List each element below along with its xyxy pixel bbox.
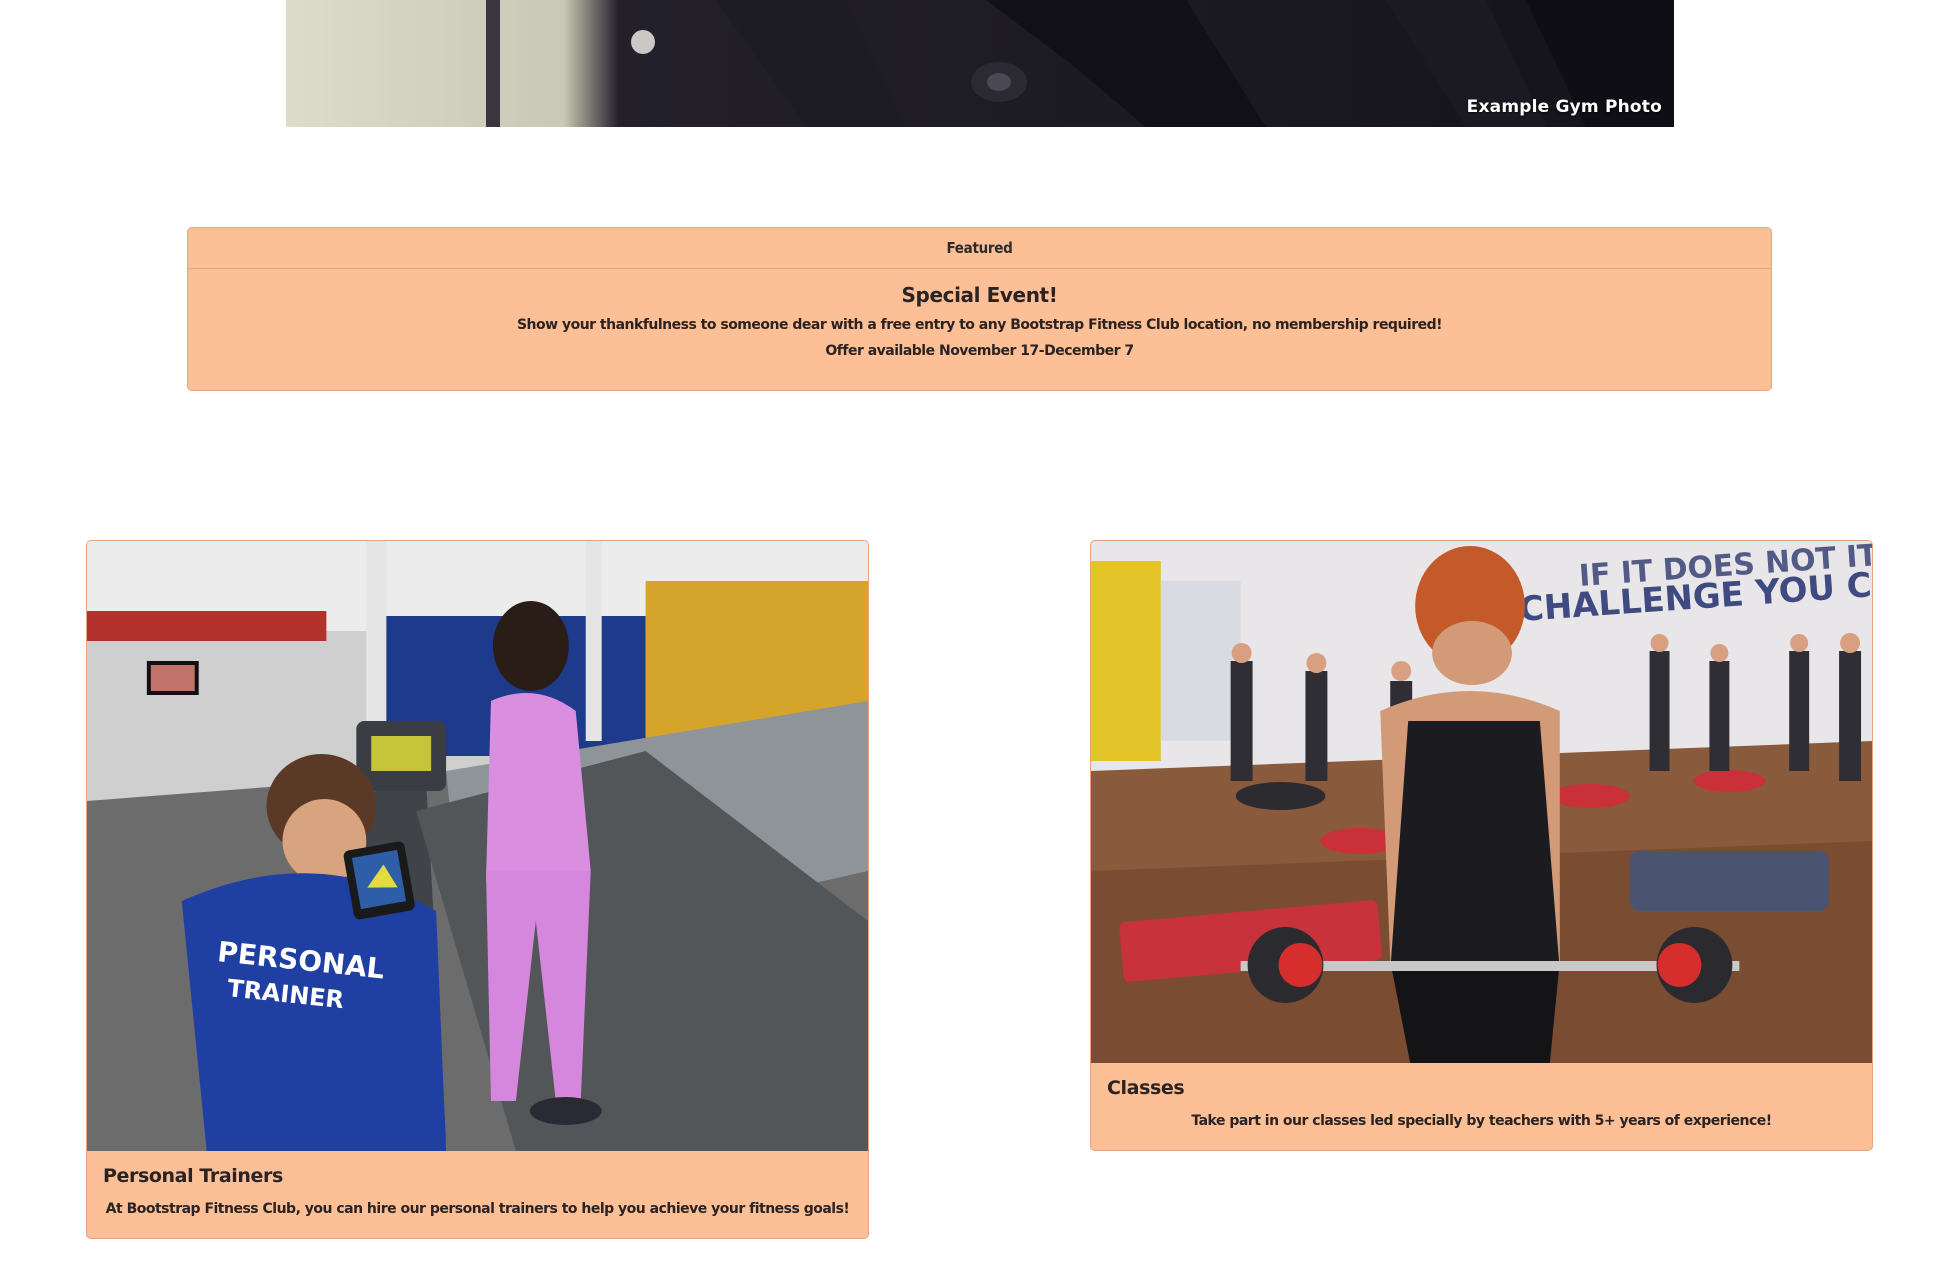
card-text-personal-trainers: At Bootstrap Fitness Club, you can hire … bbox=[105, 1201, 850, 1217]
card-classes: IF IT DOES NOT IT DOES CHALLENGE YOU CHA… bbox=[1090, 540, 1873, 1151]
featured-body: Special Event! Show your thankfulness to… bbox=[188, 269, 1771, 359]
featured-description: Show your thankfulness to someone dear w… bbox=[516, 317, 1443, 333]
card-body: Personal Trainers At Bootstrap Fitness C… bbox=[87, 1151, 868, 1217]
featured-card: Featured Special Event! Show your thankf… bbox=[187, 227, 1772, 391]
classes-photo: IF IT DOES NOT IT DOES CHALLENGE YOU CHA… bbox=[1091, 541, 1872, 1063]
photo-group-barbell-class-icon: IF IT DOES NOT IT DOES CHALLENGE YOU CHA… bbox=[1091, 541, 1872, 1063]
featured-header: Featured bbox=[188, 228, 1771, 269]
photo-trainer-treadmill-icon: PERSONAL TRAINER bbox=[87, 541, 868, 1151]
personal-trainer-photo: PERSONAL TRAINER bbox=[87, 541, 868, 1151]
card-title-personal-trainers: Personal Trainers bbox=[103, 1165, 283, 1187]
card-title-classes: Classes bbox=[1107, 1077, 1185, 1099]
featured-offer: Offer available November 17-December 7 bbox=[825, 343, 1134, 359]
hero-caption: Example Gym Photo bbox=[1466, 97, 1662, 117]
hero-gym-photo: Example Gym Photo bbox=[286, 0, 1674, 127]
featured-title: Special Event! bbox=[901, 283, 1058, 307]
card-text-classes: Take part in our classes led specially b… bbox=[1191, 1113, 1772, 1129]
card-personal-trainers: PERSONAL TRAINER Personal Trainers At Bo… bbox=[86, 540, 869, 1239]
page: Example Gym Photo Featured Special Event… bbox=[0, 0, 1943, 1279]
card-body: Classes Take part in our classes led spe… bbox=[1091, 1063, 1872, 1129]
